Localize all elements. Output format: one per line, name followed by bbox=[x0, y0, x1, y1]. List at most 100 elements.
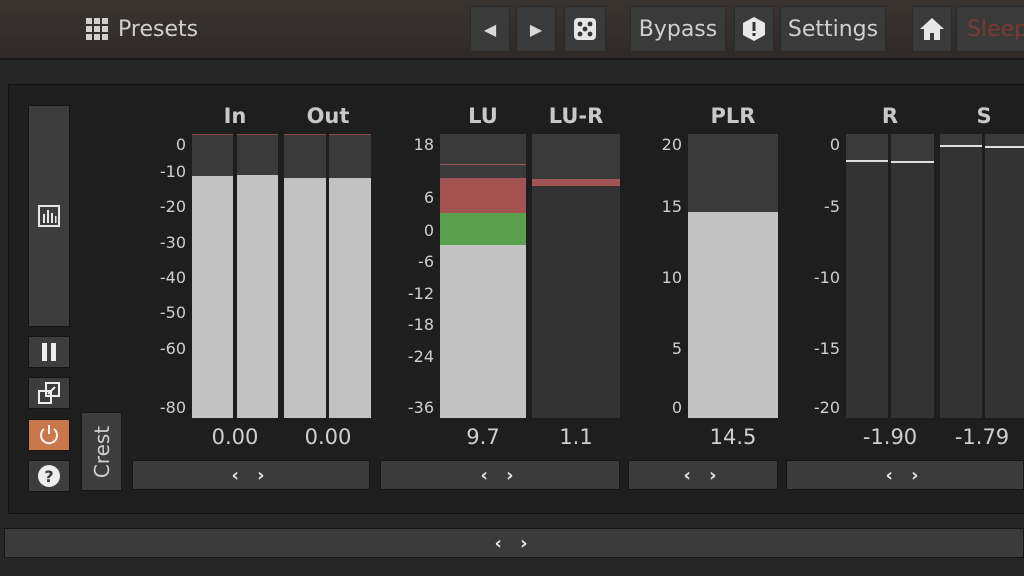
lu-tick: 6 bbox=[423, 188, 434, 207]
next-preset-button[interactable]: ▶ bbox=[516, 6, 556, 52]
lu-r-meter bbox=[532, 134, 620, 418]
left-arrow-icon: ◀ bbox=[483, 19, 497, 39]
toolbar: Presets ◀ ▶ Bypass Settings Sleep bbox=[0, 0, 1024, 60]
lu-green-zone bbox=[440, 213, 526, 245]
sleep-label: Sleep bbox=[967, 16, 1024, 42]
resize-icon bbox=[38, 382, 60, 404]
resize-button[interactable] bbox=[28, 377, 70, 409]
global-scroll-button[interactable]: ‹ › bbox=[4, 528, 1024, 558]
lu-fill bbox=[440, 245, 526, 418]
lu-meter bbox=[440, 134, 526, 418]
svg-text:?: ? bbox=[44, 467, 53, 486]
lu-scroll-button[interactable]: ‹ › bbox=[380, 460, 620, 490]
out-meter-left bbox=[284, 134, 326, 418]
help-button[interactable]: ? bbox=[28, 460, 70, 492]
in-meter-right bbox=[237, 134, 278, 418]
r-left-fill bbox=[846, 162, 888, 418]
plr-meter bbox=[688, 134, 778, 418]
power-button[interactable] bbox=[28, 419, 70, 451]
out-value: 0.00 bbox=[304, 425, 352, 449]
lu-tick: -6 bbox=[418, 252, 434, 271]
plr-scroll-button[interactable]: ‹ › bbox=[628, 460, 778, 490]
lu-r-fill bbox=[532, 186, 620, 418]
pause-icon bbox=[42, 343, 56, 361]
in-tick: -40 bbox=[159, 268, 186, 287]
lu-tick: 0 bbox=[423, 221, 434, 240]
in-tick: -30 bbox=[159, 233, 186, 252]
plr-header: PLR bbox=[710, 104, 756, 128]
in-header: In bbox=[223, 104, 247, 128]
r-tick: -15 bbox=[813, 339, 840, 358]
lu-tick: -12 bbox=[407, 284, 434, 303]
plr-tick: 10 bbox=[661, 268, 682, 287]
bypass-button[interactable]: Bypass bbox=[630, 6, 726, 52]
r-meter-left bbox=[846, 134, 888, 418]
out-header: Out bbox=[306, 104, 350, 128]
in-right-fill bbox=[237, 175, 278, 418]
in-meter-left bbox=[192, 134, 233, 418]
in-tick: -80 bbox=[159, 398, 186, 417]
lu-r-marker bbox=[532, 179, 620, 186]
in-peak-line bbox=[237, 134, 278, 135]
out-peak-line bbox=[329, 134, 371, 135]
s-value: -1.79 bbox=[954, 425, 1010, 449]
s-right-fill bbox=[985, 148, 1024, 418]
power-icon bbox=[40, 425, 58, 445]
lu-value: 9.7 bbox=[466, 425, 500, 449]
r-tick: -20 bbox=[813, 398, 840, 417]
lu-tick: 18 bbox=[413, 135, 434, 154]
in-tick: 0 bbox=[175, 135, 186, 154]
grid-icon bbox=[86, 18, 108, 40]
plr-tick: 0 bbox=[671, 398, 682, 417]
in-tick: -60 bbox=[159, 339, 186, 358]
out-right-fill bbox=[329, 178, 371, 418]
randomize-button[interactable] bbox=[564, 6, 606, 52]
out-left-fill bbox=[284, 178, 326, 418]
out-meter-right bbox=[329, 134, 371, 418]
presets-label: Presets bbox=[118, 16, 199, 42]
r-s-scroll-button[interactable]: ‹ › bbox=[786, 460, 1024, 490]
home-icon bbox=[920, 18, 944, 40]
plr-fill bbox=[688, 212, 778, 418]
lu-peak-line bbox=[440, 164, 526, 165]
r-header: R bbox=[881, 104, 899, 128]
panic-button[interactable] bbox=[734, 6, 774, 52]
home-button[interactable] bbox=[912, 6, 952, 52]
in-peak-line bbox=[192, 134, 233, 135]
crest-button[interactable]: Crest bbox=[81, 412, 122, 491]
lu-red-zone bbox=[440, 178, 526, 213]
lu-tick: -36 bbox=[407, 398, 434, 417]
in-out-scroll-button[interactable]: ‹ › bbox=[132, 460, 370, 490]
lu-tick: -24 bbox=[407, 347, 434, 366]
bypass-label: Bypass bbox=[638, 16, 718, 42]
s-header: S bbox=[976, 104, 992, 128]
settings-label: Settings bbox=[787, 16, 879, 42]
in-value: 0.00 bbox=[211, 425, 259, 449]
pause-button[interactable] bbox=[28, 336, 70, 368]
plr-value: 14.5 bbox=[709, 425, 757, 449]
in-tick: -50 bbox=[159, 303, 186, 322]
meter-view-icon bbox=[38, 205, 60, 227]
plr-tick: 15 bbox=[661, 197, 682, 216]
r-meter-right bbox=[891, 134, 934, 418]
right-arrow-icon: ▶ bbox=[529, 19, 543, 39]
crest-label: Crest bbox=[89, 425, 114, 478]
view-toggle-panel[interactable] bbox=[28, 105, 70, 327]
lu-header: LU bbox=[468, 104, 498, 128]
sleep-button[interactable]: Sleep bbox=[956, 6, 1024, 52]
s-meter-left bbox=[940, 134, 982, 418]
r-tick: -5 bbox=[824, 197, 840, 216]
prev-preset-button[interactable]: ◀ bbox=[470, 6, 510, 52]
alert-icon bbox=[743, 17, 765, 41]
out-peak-line bbox=[284, 134, 326, 135]
r-tick: 0 bbox=[829, 135, 840, 154]
settings-button[interactable]: Settings bbox=[780, 6, 886, 52]
in-tick: -20 bbox=[159, 197, 186, 216]
s-left-fill bbox=[940, 147, 982, 418]
lu-r-header: LU-R bbox=[548, 104, 604, 128]
r-value: -1.90 bbox=[862, 425, 918, 449]
plr-tick: 20 bbox=[661, 135, 682, 154]
in-left-fill bbox=[192, 176, 233, 418]
presets-button[interactable]: Presets bbox=[86, 12, 198, 46]
plr-tick: 5 bbox=[671, 339, 682, 358]
